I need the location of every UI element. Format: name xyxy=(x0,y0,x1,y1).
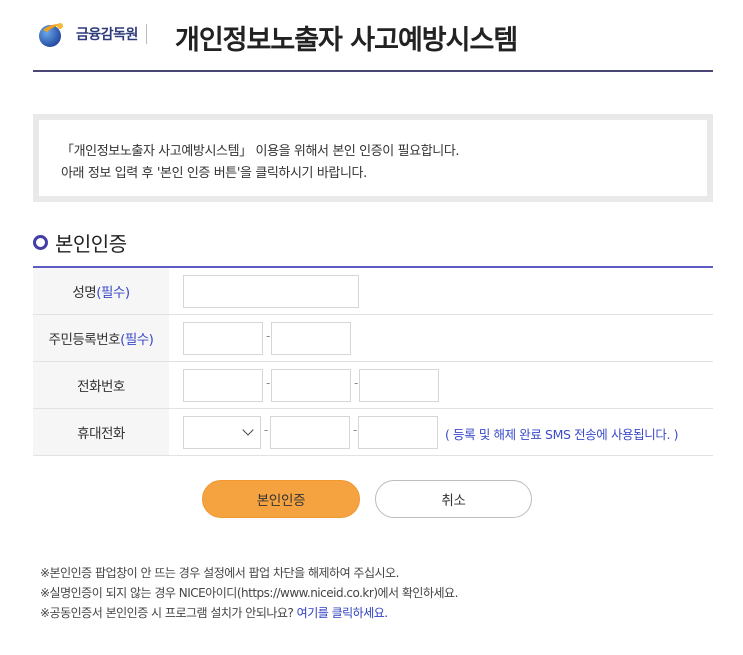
form-row-mobile: 휴대전화 - - ( 등록 및 해제 완료 SMS 전송에 사용됩니다. ) xyxy=(33,409,713,456)
phone-input-1[interactable] xyxy=(183,369,263,402)
dash-separator: - xyxy=(266,376,271,390)
mobile-input-3[interactable] xyxy=(358,416,438,449)
rrn-front-input[interactable] xyxy=(183,322,263,355)
verification-form: 성명 (필수) 주민등록번호 (필수) - 전화번호 - - 휴대전화 - - ( … xyxy=(33,266,713,456)
ring-bullet-icon xyxy=(33,235,48,250)
fss-logo[interactable]: 금융감독원 xyxy=(38,20,147,48)
footer-notes: ※본인인증 팝업창이 안 뜨는 경우 설정에서 팝업 차단을 해제하여 주십시오… xyxy=(40,563,458,623)
note-cert: ※공동인증서 본인인증 시 프로그램 설치가 안되나요? 여기를 클릭하세요. xyxy=(40,603,458,623)
page-title: 개인정보노출자 사고예방시스템 xyxy=(175,25,518,56)
dash-separator: - xyxy=(354,376,359,390)
phone-input-2[interactable] xyxy=(271,369,351,402)
dash-separator: - xyxy=(353,423,358,437)
phone-label: 전화번호 xyxy=(33,362,169,408)
mobile-hint: ( 등록 및 해제 완료 SMS 전송에 사용됩니다. ) xyxy=(445,427,679,442)
mobile-prefix-select[interactable] xyxy=(183,416,261,449)
cancel-button[interactable]: 취소 xyxy=(375,480,532,518)
form-row-rrn: 주민등록번호 (필수) - xyxy=(33,315,713,362)
rrn-label-text: 주민등록번호 xyxy=(48,332,121,348)
page-header: 금융감독원 개인정보노출자 사고예방시스템 xyxy=(33,0,713,72)
form-row-phone: 전화번호 - - xyxy=(33,362,713,409)
notice-line-2: 아래 정보 입력 후 '본인 인증 버튼'을 클릭하시기 바랍니다. xyxy=(61,166,367,181)
section-title: 본인인증 xyxy=(55,232,127,256)
notice-box: 「개인정보노출자 사고예방시스템」 이용을 위해서 본인 인증이 필요합니다. … xyxy=(33,114,713,202)
chevron-down-icon xyxy=(242,424,254,436)
section-heading: 본인인증 xyxy=(33,228,127,257)
verify-button[interactable]: 본인인증 xyxy=(202,480,360,518)
note-nice-id: ※실명인증이 되지 않는 경우 NICE아이디(https://www.nice… xyxy=(40,586,458,600)
notice-line-1: 「개인정보노출자 사고예방시스템」 이용을 위해서 본인 인증이 필요합니다. xyxy=(61,144,460,159)
rrn-back-input[interactable] xyxy=(271,322,351,355)
mobile-input-2[interactable] xyxy=(270,416,350,449)
mobile-label: 휴대전화 xyxy=(33,409,169,455)
form-row-name: 성명 (필수) xyxy=(33,268,713,315)
note-cert-text: ※공동인증서 본인인증 시 프로그램 설치가 안되나요? xyxy=(40,606,297,620)
note-popup: ※본인인증 팝업창이 안 뜨는 경우 설정에서 팝업 차단을 해제하여 주십시오… xyxy=(40,566,399,580)
name-label: 성명 (필수) xyxy=(33,268,169,314)
org-name: 금융감독원 xyxy=(76,27,138,43)
dash-separator: - xyxy=(266,329,271,343)
logo-divider xyxy=(145,24,147,44)
name-label-text: 성명 xyxy=(72,285,97,301)
fss-globe-logo-icon xyxy=(38,20,66,48)
required-tag: (필수) xyxy=(96,285,130,301)
rrn-label: 주민등록번호 (필수) xyxy=(33,315,169,361)
required-tag: (필수) xyxy=(120,332,154,348)
name-input[interactable] xyxy=(183,275,359,308)
click-here-link[interactable]: 여기를 클릭하세요. xyxy=(297,606,388,620)
dash-separator: - xyxy=(264,423,269,437)
phone-input-3[interactable] xyxy=(359,369,439,402)
